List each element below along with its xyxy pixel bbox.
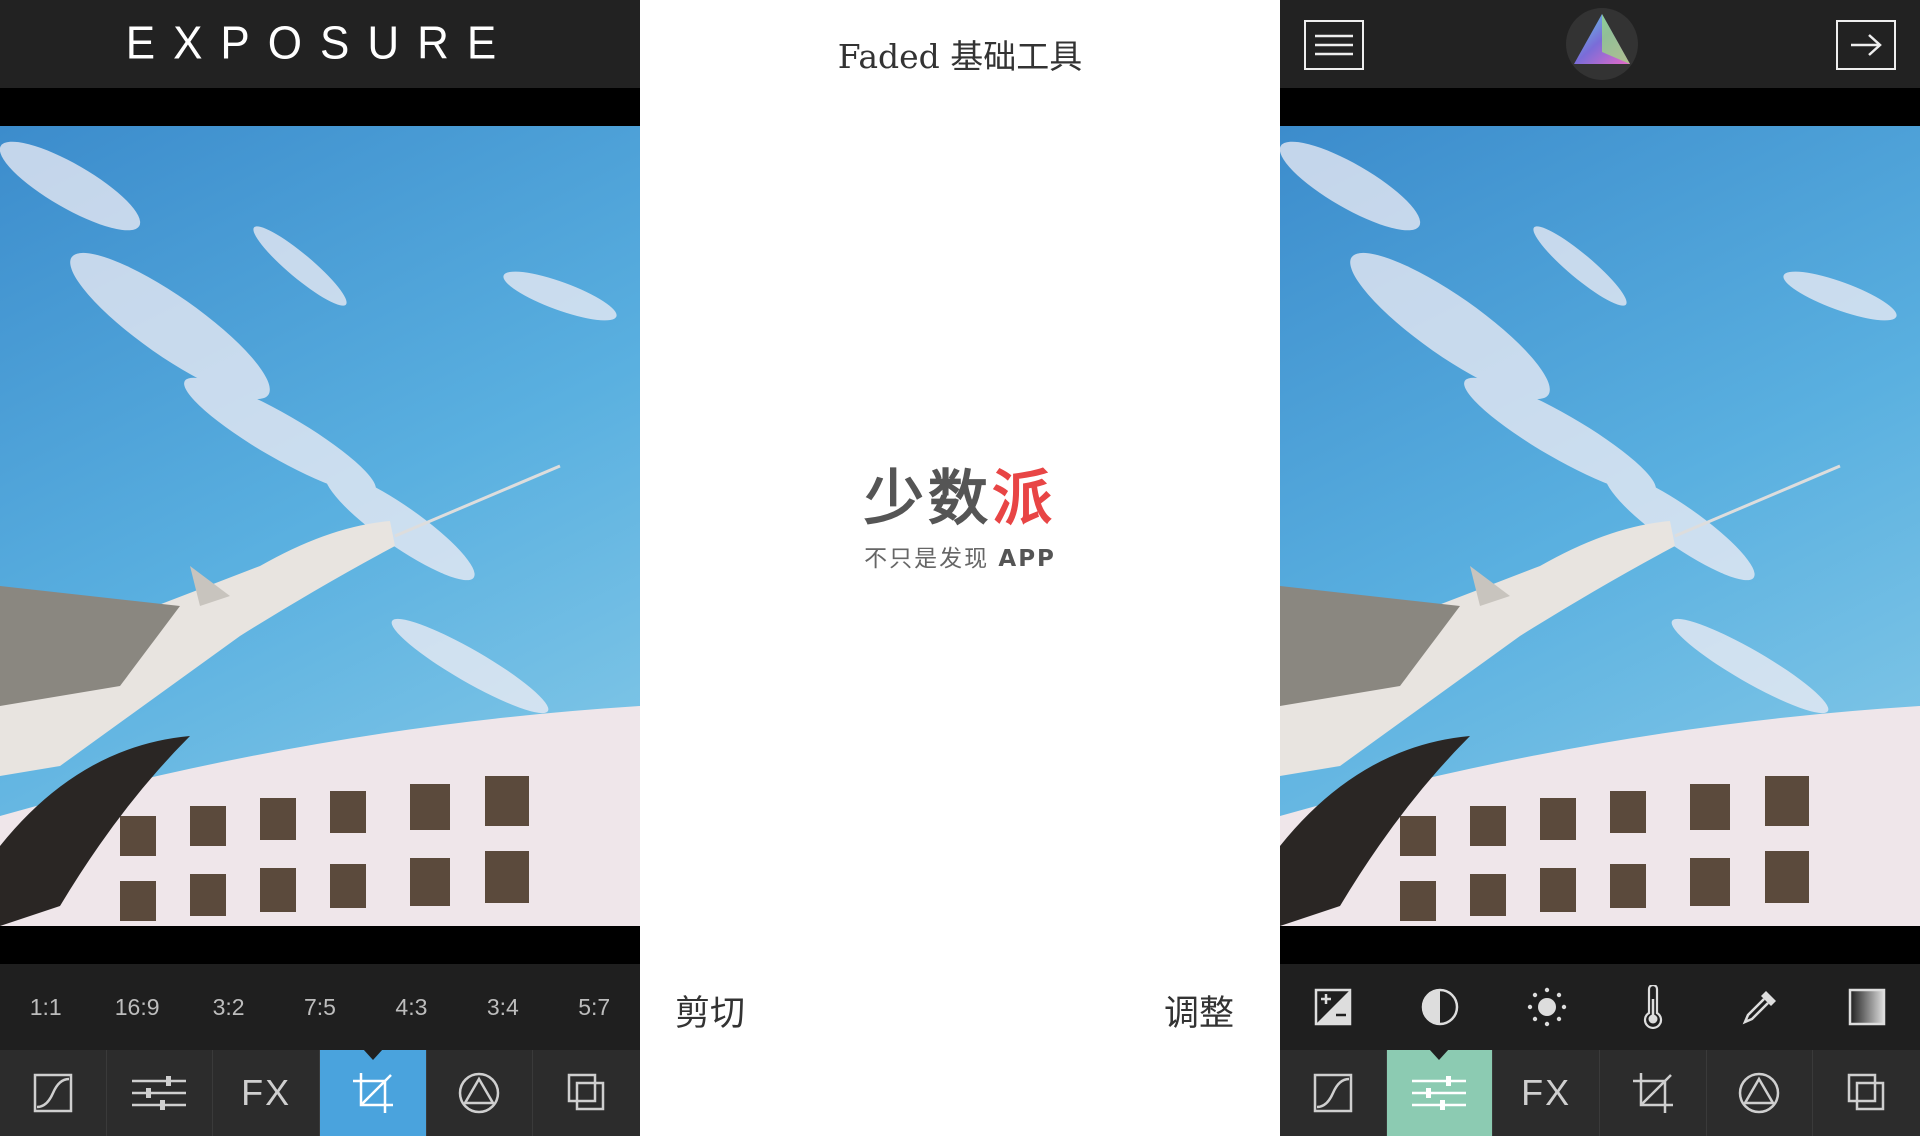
top-bar: EXPOSURE: [0, 0, 640, 88]
ratio-option[interactable]: 16:9: [91, 994, 182, 1021]
temperature-icon: [1644, 985, 1663, 1029]
brightness-icon: [1527, 987, 1566, 1027]
crop-icon: [1632, 1073, 1673, 1113]
brand-tagline: 不只是发现 APP: [640, 539, 1280, 573]
hamburger-icon: [1315, 34, 1353, 56]
app-title: EXPOSURE: [125, 17, 515, 70]
adjust-tool-button[interactable]: [107, 1050, 214, 1136]
eyedropper-icon: [1742, 991, 1777, 1025]
layers-icon: [1847, 1073, 1884, 1111]
curves-icon: [33, 1073, 73, 1113]
triangle-circle-icon: [459, 1072, 500, 1114]
curves-icon: [1313, 1073, 1353, 1113]
brand-name-accent: 派: [992, 464, 1056, 534]
caption-crop: 剪切: [675, 994, 746, 1034]
middle-caption-panel: Faded 基础工具 少数派 不只是发现 APP 剪切 调整: [640, 0, 1280, 1136]
arrow-right-icon: [1851, 34, 1882, 56]
temperature-button[interactable]: [1600, 985, 1707, 1029]
crop-tool-button[interactable]: [1600, 1050, 1707, 1136]
crop-icon: [352, 1073, 393, 1113]
brand-tagline-text: 不只是发现: [864, 546, 990, 572]
photo-preview: [0, 126, 640, 926]
ratio-option[interactable]: 7:5: [274, 994, 365, 1021]
fade-button[interactable]: [1813, 988, 1920, 1026]
ratio-option[interactable]: 4:3: [366, 994, 457, 1021]
brand-tagline-app: APP: [998, 546, 1056, 572]
exposure-button[interactable]: [1280, 988, 1387, 1026]
photo-preview: [1280, 126, 1920, 926]
curves-tool-button[interactable]: [0, 1050, 107, 1136]
brand-name: 少数派: [640, 450, 1280, 537]
ratio-option[interactable]: 3:4: [457, 994, 548, 1021]
brand-name-part: 少数: [864, 464, 992, 534]
app-logo: [1564, 6, 1640, 82]
menu-button[interactable]: [1304, 20, 1364, 70]
ratio-option[interactable]: 3:2: [183, 994, 274, 1021]
aspect-ratio-bar: 1:1 16:9 3:2 7:5 4:3 3:4 5:7: [0, 964, 640, 1050]
brightness-button[interactable]: [1493, 986, 1600, 1028]
crop-tool-button[interactable]: [319, 1049, 427, 1136]
vignette-tool-button[interactable]: [427, 1050, 534, 1136]
layers-icon: [567, 1073, 604, 1111]
ratio-option[interactable]: 5:7: [549, 994, 640, 1021]
fx-tool-button[interactable]: FX: [1493, 1050, 1600, 1136]
right-screen: FX: [1280, 0, 1920, 1136]
bottom-toolbar: FX: [0, 1049, 640, 1136]
sliders-icon: [132, 1076, 187, 1110]
eyedropper-button[interactable]: [1707, 987, 1814, 1027]
left-screen: EXPOSURE 1:1 16:9 3:2 7:5 4:3 3:4 5:7 FX: [0, 0, 640, 1136]
fx-tool-button[interactable]: FX: [213, 1050, 320, 1136]
prism-logo-icon: [1566, 8, 1638, 80]
brand-logo: 少数派 不只是发现 APP: [640, 450, 1280, 573]
contrast-button[interactable]: [1387, 987, 1494, 1027]
overlay-tool-button[interactable]: [1813, 1050, 1920, 1136]
triangle-circle-icon: [1739, 1072, 1780, 1114]
top-bar: [1280, 0, 1920, 88]
overlay-tool-button[interactable]: [533, 1050, 640, 1136]
fade-icon: [1848, 988, 1885, 1026]
ratio-option[interactable]: 1:1: [0, 994, 91, 1021]
exposure-icon: [1315, 988, 1352, 1026]
curves-tool-button[interactable]: [1280, 1050, 1387, 1136]
caption-adjust: 调整: [1163, 994, 1234, 1034]
contrast-icon: [1421, 988, 1459, 1026]
fx-label: FX: [241, 1072, 292, 1113]
adjust-tool-button[interactable]: [1386, 1049, 1494, 1136]
fx-label: FX: [1521, 1072, 1572, 1113]
page-title: Faded 基础工具: [837, 37, 1083, 76]
bottom-toolbar: FX: [1280, 1049, 1920, 1136]
export-button[interactable]: [1836, 20, 1896, 70]
vignette-tool-button[interactable]: [1707, 1050, 1814, 1136]
adjustment-bar: [1280, 964, 1920, 1050]
sliders-icon: [1412, 1076, 1467, 1110]
